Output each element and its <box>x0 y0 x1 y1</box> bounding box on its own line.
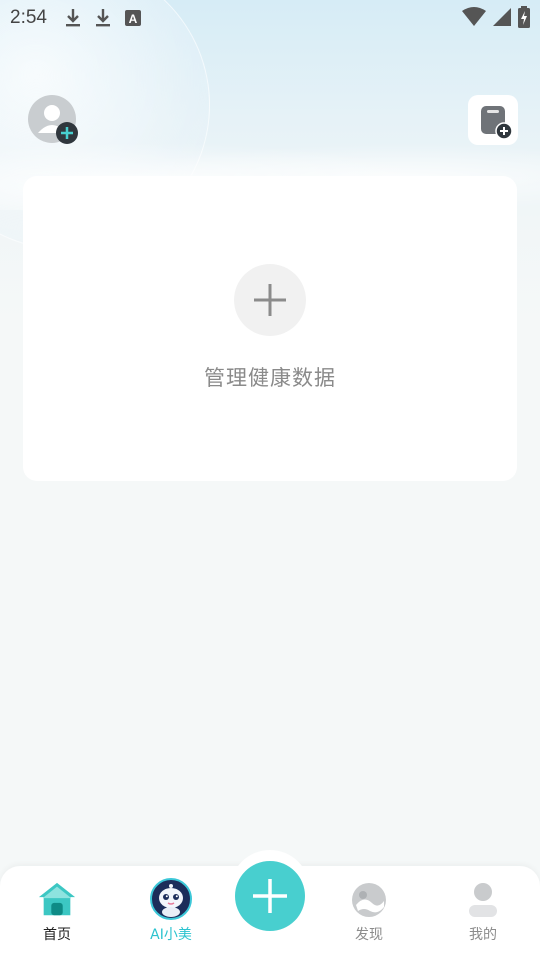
manage-health-data-button[interactable] <box>234 264 306 336</box>
home-icon <box>37 880 77 920</box>
discover-icon <box>349 880 389 920</box>
nav-item-discover[interactable]: 发现 <box>329 880 409 944</box>
add-member-button[interactable] <box>28 95 78 145</box>
device-add-icon <box>481 106 513 140</box>
wifi-icon <box>462 7 486 26</box>
plus-icon <box>253 879 287 913</box>
status-time: 2:54 <box>10 7 47 28</box>
manage-health-data-label: 管理健康数据 <box>204 366 336 390</box>
user-add-icon <box>28 95 78 144</box>
download-icon <box>65 9 80 27</box>
text-a-icon: A <box>124 10 141 26</box>
nav-label-home: 首页 <box>43 927 71 943</box>
health-data-card[interactable]: 管理健康数据 <box>23 176 517 481</box>
screen: 2:54 A 管理健康数据 首页 AI小美 发现 我的 <box>0 0 540 960</box>
battery-charging-icon <box>518 6 530 28</box>
ai-robot-icon <box>150 878 192 920</box>
status-icons-left: A <box>65 8 141 28</box>
download-icon <box>95 9 110 27</box>
nav-label-profile: 我的 <box>469 927 497 943</box>
nav-item-home[interactable]: 首页 <box>17 880 97 944</box>
nav-label-discover: 发现 <box>355 927 383 943</box>
nav-item-profile[interactable]: 我的 <box>443 880 523 944</box>
plus-icon <box>254 284 286 316</box>
svg-text:A: A <box>129 12 138 26</box>
add-device-button[interactable] <box>468 95 518 145</box>
nav-item-ai[interactable]: AI小美 <box>131 878 211 944</box>
status-bar: 2:54 A <box>0 0 540 36</box>
signal-icon <box>493 8 511 26</box>
status-icons-right <box>462 6 530 28</box>
nav-label-ai: AI小美 <box>150 927 192 943</box>
profile-icon <box>463 880 503 920</box>
center-add-button[interactable] <box>235 861 305 931</box>
